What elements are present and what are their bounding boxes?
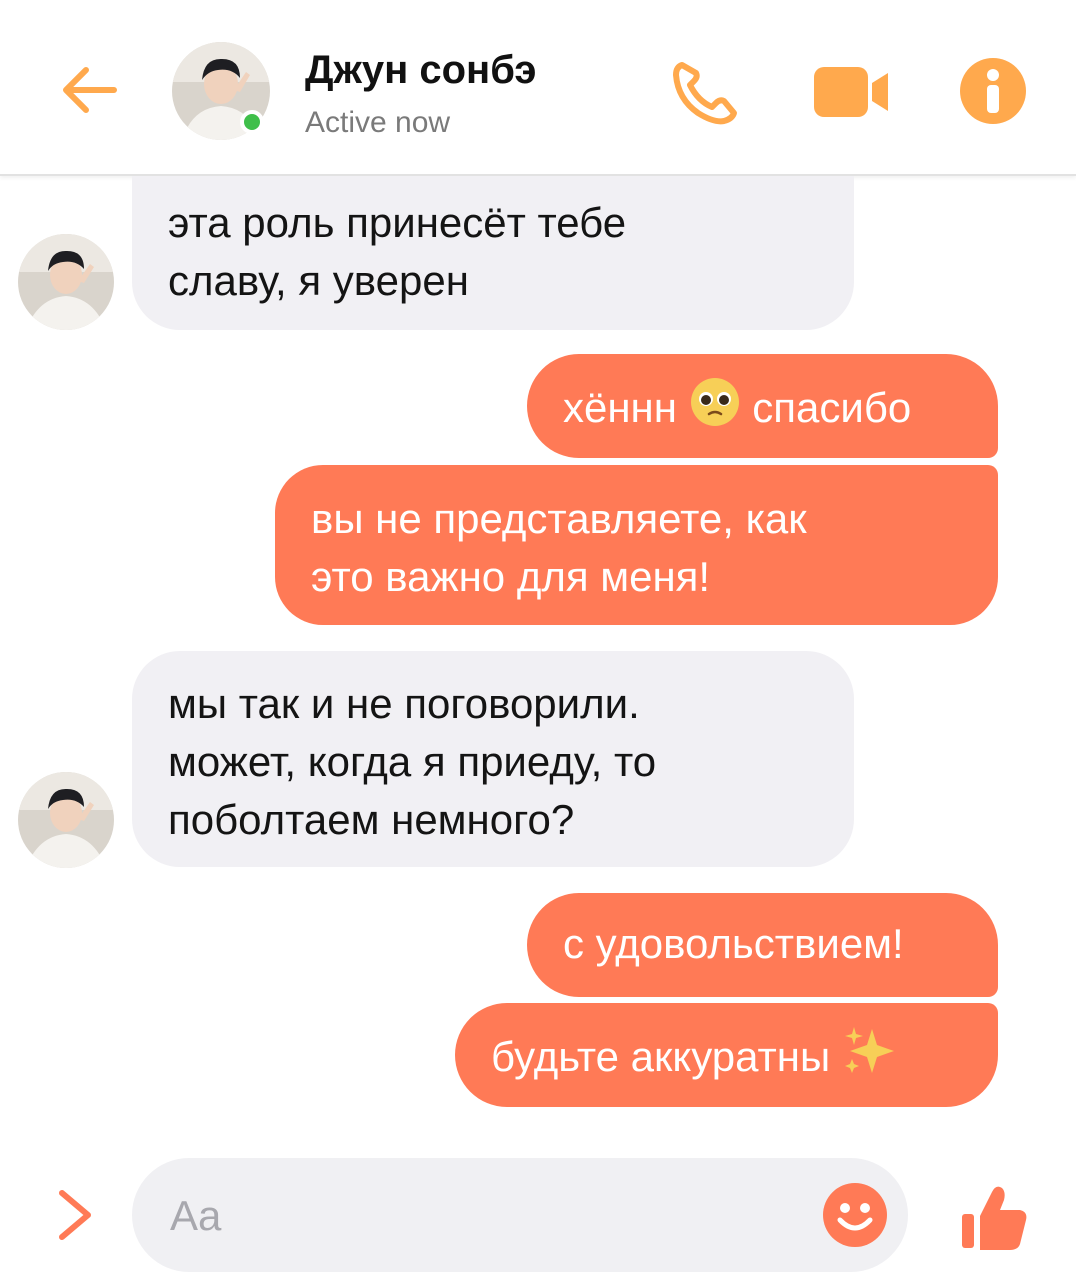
message-line: мы так и не поговорили.: [168, 680, 640, 727]
online-status-dot: [240, 110, 264, 134]
outgoing-message-bubble[interactable]: с удовольствием!: [527, 893, 998, 997]
incoming-message-bubble[interactable]: мы так и не поговорили. может, когда я п…: [132, 651, 854, 867]
outgoing-message-bubble[interactable]: хённн спасибо: [527, 354, 998, 458]
message-input[interactable]: Aa: [132, 1158, 908, 1272]
smiley-icon[interactable]: [822, 1182, 888, 1248]
info-icon[interactable]: [958, 56, 1028, 126]
outgoing-message-bubble[interactable]: вы не представляете, как это важно для м…: [275, 465, 998, 625]
message-line: славу, я уверен: [168, 257, 469, 304]
sparkles-emoji: [844, 1027, 894, 1073]
message-line: вы не представляете, как: [311, 495, 807, 542]
message-line: может, когда я приеду, то: [168, 738, 657, 785]
contact-avatar-small[interactable]: [18, 234, 114, 330]
message-text: хённн: [563, 384, 677, 431]
video-camera-icon[interactable]: [808, 55, 892, 129]
message-input-placeholder: Aa: [170, 1192, 222, 1239]
chevron-right-icon[interactable]: [50, 1185, 100, 1245]
message-line: эта роль принесёт тебе: [168, 199, 627, 246]
message-text: будьте аккуратны: [491, 1033, 831, 1080]
message-text: спасибо: [752, 384, 912, 431]
message-text: с удовольствием!: [563, 920, 904, 967]
message-line: это важно для меня!: [311, 553, 711, 600]
contact-avatar-small[interactable]: [18, 772, 114, 868]
message-line: поболтаем немного?: [168, 796, 575, 843]
phone-icon[interactable]: [668, 55, 742, 129]
back-arrow-icon[interactable]: [58, 58, 122, 122]
contact-status: Active now: [305, 106, 451, 139]
pleading-face-emoji: [690, 378, 739, 426]
chat-header: Джун сонбэ Active now: [0, 0, 1076, 176]
outgoing-message-bubble[interactable]: будьте аккуратны: [455, 1003, 998, 1107]
contact-name[interactable]: Джун сонбэ: [305, 48, 536, 93]
incoming-message-bubble[interactable]: эта роль принесёт тебе славу, я уверен: [132, 176, 854, 330]
thumbs-up-icon[interactable]: [956, 1180, 1032, 1256]
